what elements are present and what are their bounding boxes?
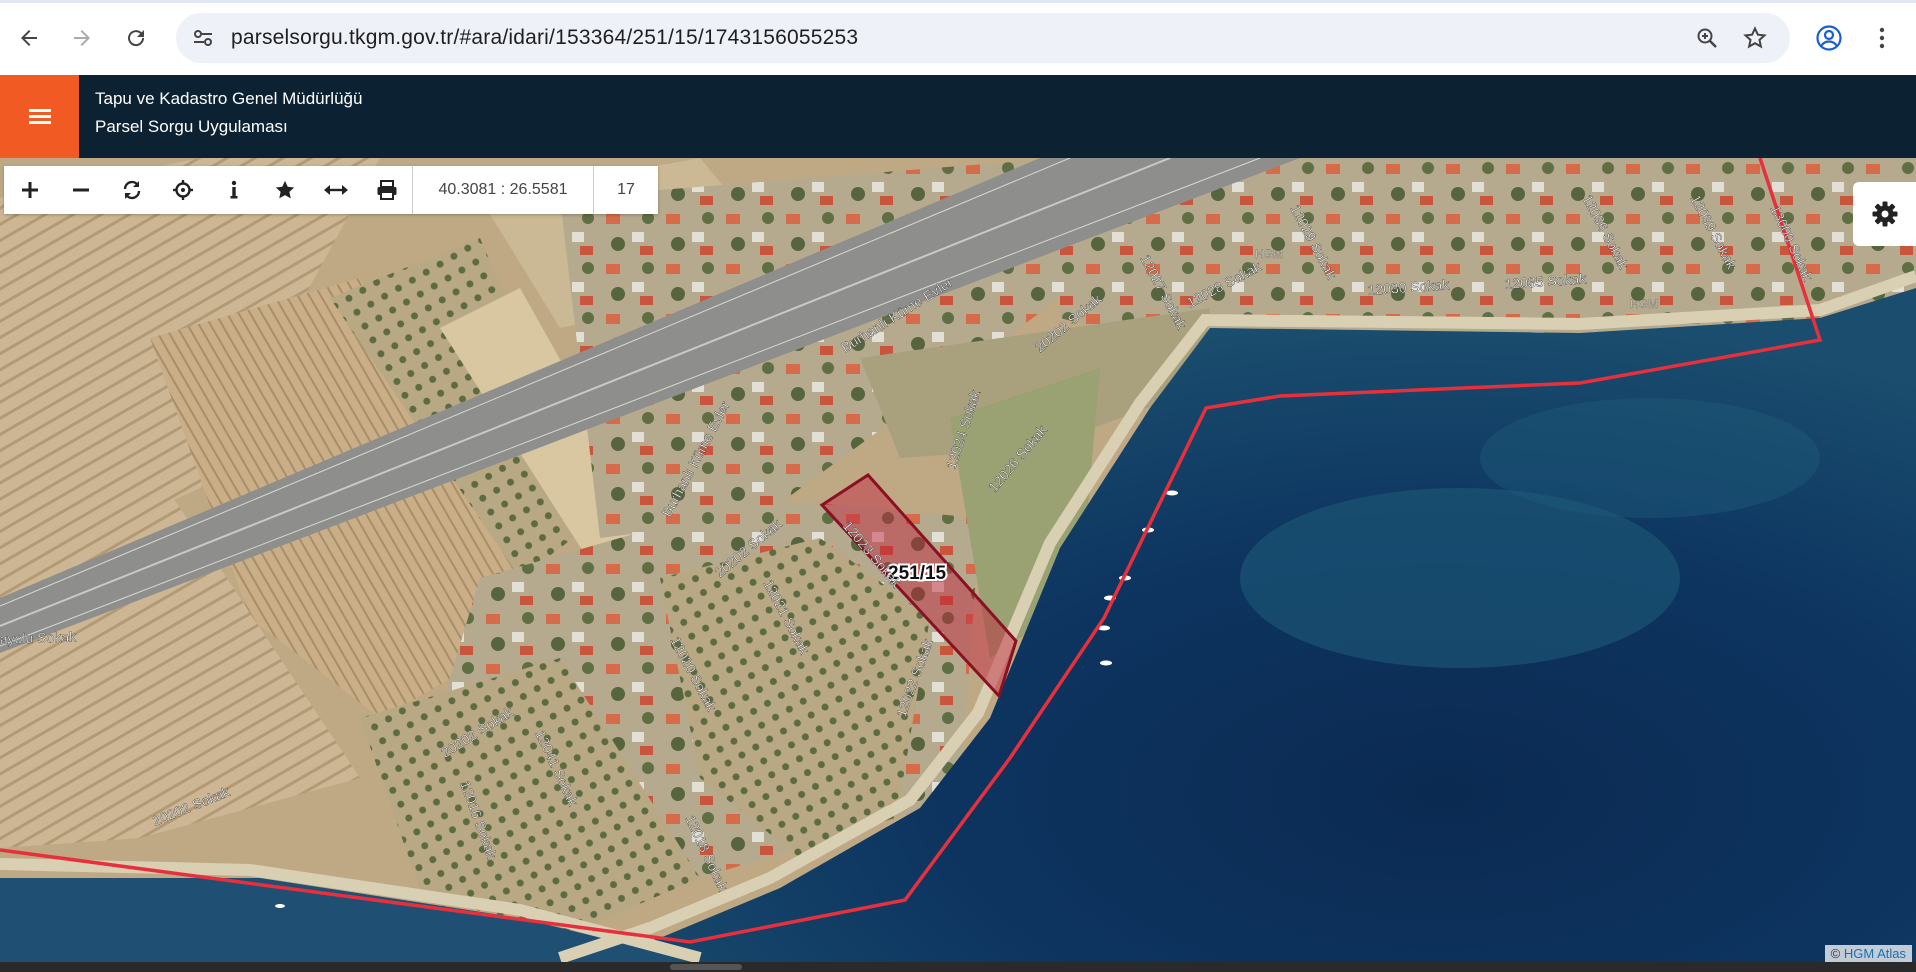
map-toolbar: 40.3081 : 26.5581 17: [4, 166, 658, 214]
org-title: Tapu ve Kadastro Genel Müdürlüğü: [95, 89, 363, 108]
print-button[interactable]: [361, 166, 412, 214]
hamburger-icon: [28, 106, 51, 127]
locate-button[interactable]: [157, 166, 208, 214]
forward-arrow-icon[interactable]: [64, 20, 100, 56]
info-button[interactable]: [208, 166, 259, 214]
browser-chrome: parselsorgu.tkgm.gov.tr/#ara/idari/15336…: [0, 0, 1916, 75]
measure-button[interactable]: [310, 166, 361, 214]
attribution-link[interactable]: HGM Atlas: [1844, 946, 1906, 961]
app-title: Parsel Sorgu Uygulaması: [95, 117, 288, 136]
site-settings-icon[interactable]: [190, 25, 216, 51]
refresh-button[interactable]: [106, 166, 157, 214]
settings-button[interactable]: [1853, 182, 1916, 246]
map-canvas[interactable]: 251/15 Burhanlı Küme Evler Burhanlı Küme…: [0, 158, 1916, 962]
zoom-out-button[interactable]: [55, 166, 106, 214]
app-header: Tapu ve Kadastro Genel Müdürlüğü Parsel …: [0, 75, 1916, 158]
locate-icon: [172, 180, 193, 200]
url-text[interactable]: parselsorgu.tkgm.gov.tr/#ara/idari/15336…: [231, 26, 858, 50]
gear-icon: [1872, 201, 1897, 227]
bookmark-star-icon[interactable]: [1742, 25, 1768, 51]
kebab-menu-icon[interactable]: [1864, 20, 1900, 56]
zoom-level-readout: 17: [593, 166, 658, 214]
favorite-star-icon: [275, 180, 294, 199]
address-bar[interactable]: parselsorgu.tkgm.gov.tr/#ara/idari/15336…: [176, 13, 1790, 63]
info-icon: [230, 180, 237, 199]
coordinate-readout: 40.3081 : 26.5581: [412, 166, 593, 214]
zoom-in-icon: [21, 182, 38, 198]
zoom-in-button[interactable]: [4, 166, 55, 214]
map-watermark: HGM: [1630, 297, 1658, 311]
reload-icon[interactable]: [118, 20, 154, 56]
hamburger-menu-button[interactable]: [0, 75, 79, 158]
zoom-out-icon: [72, 188, 89, 192]
print-icon: [377, 180, 396, 200]
street-label: ayolu Sokak: [0, 628, 77, 647]
satellite-map[interactable]: 251/15 Burhanlı Küme Evler Burhanlı Küme…: [0, 158, 1916, 962]
copyright-symbol: ©: [1830, 946, 1841, 961]
refresh-icon: [123, 180, 140, 200]
underwater-shoal: [1480, 398, 1820, 518]
back-arrow-icon[interactable]: [11, 20, 47, 56]
measure-icon: [323, 185, 348, 195]
map-attribution[interactable]: © HGM Atlas: [1824, 945, 1912, 962]
favorites-button[interactable]: [259, 166, 310, 214]
scrollbar-thumb[interactable]: [670, 964, 742, 970]
zoom-icon[interactable]: [1694, 25, 1720, 51]
horizontal-scrollbar[interactable]: [0, 962, 1916, 972]
profile-icon[interactable]: [1811, 20, 1847, 56]
map-watermark: HGM: [1255, 247, 1283, 261]
tab-strip-edge: [0, 0, 1916, 3]
